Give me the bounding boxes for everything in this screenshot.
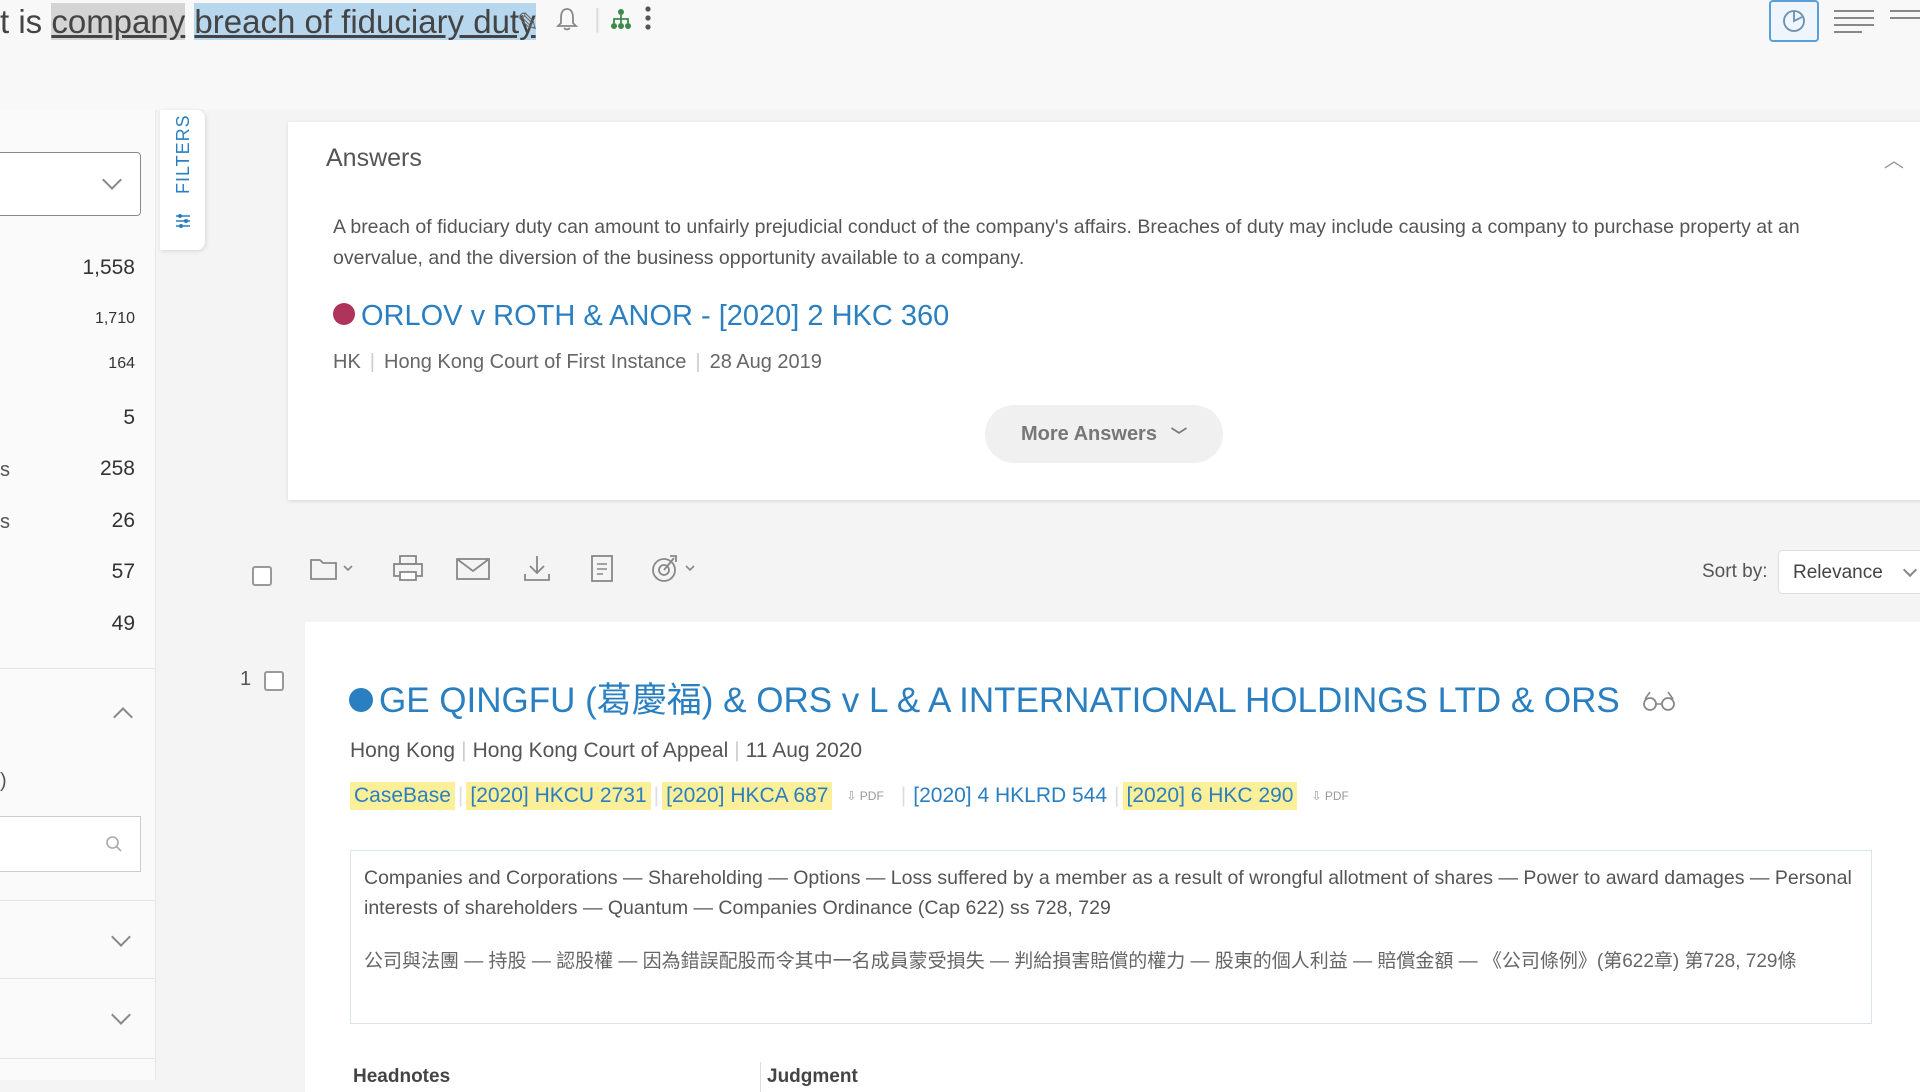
result-checkbox[interactable] — [264, 671, 284, 691]
search-header: t is company breach of fiduciary duty ✎ … — [0, 0, 1920, 110]
facet-label[interactable]: s — [0, 511, 10, 534]
pdf-icon: ⇩ — [1311, 789, 1325, 803]
answer-case-title: ORLOV v ROTH & ANOR - [2020] 2 HKC 360 — [361, 300, 950, 332]
divider — [0, 900, 155, 901]
print-icon[interactable] — [391, 552, 425, 595]
menu-icon[interactable] — [1890, 10, 1920, 24]
result-card: GE QINGFU (葛慶福) & ORS v L & A INTERNATIO… — [305, 622, 1920, 1092]
result-date: 11 Aug 2020 — [745, 739, 863, 762]
catchwords-english: Companies and Corporations — Shareholdin… — [364, 867, 1852, 919]
search-query[interactable]: t is company breach of fiduciary duty — [0, 0, 536, 44]
tab-headnotes[interactable]: Headnotes — [353, 1066, 450, 1088]
filter-dropdown[interactable] — [0, 152, 141, 216]
answers-panel: Answers ︿ A breach of fiduciary duty can… — [288, 122, 1920, 500]
facet-count[interactable]: 1,710 — [95, 310, 135, 328]
result-title: GE QINGFU (葛慶福) & ORS v L & A INTERNATIO… — [379, 681, 1620, 720]
answer-text: A breach of fiduciary duty can amount to… — [333, 216, 1800, 269]
answer-jurisdiction: HK — [333, 351, 361, 373]
chevron-down-icon[interactable] — [111, 1005, 131, 1025]
sort-value: Relevance — [1793, 562, 1883, 583]
filters-tab[interactable]: FILTERS — [160, 110, 205, 250]
tab-judgment[interactable]: Judgment — [767, 1066, 858, 1088]
search-icon — [106, 836, 122, 852]
facet-count[interactable]: 1,558 — [82, 256, 135, 280]
citation-hklrd[interactable]: [2020] 4 HKLRD 544 — [909, 782, 1111, 810]
pdf-link[interactable]: ⇩ PDF — [1311, 789, 1348, 803]
chevron-down-icon[interactable] — [111, 927, 131, 947]
divider — [760, 1062, 761, 1092]
facet-count[interactable]: 49 — [112, 612, 135, 636]
select-all-checkbox[interactable] — [252, 566, 272, 586]
bell-icon[interactable] — [555, 6, 579, 39]
list-view-icon[interactable] — [1834, 10, 1874, 38]
more-answers-label: More Answers — [1021, 422, 1157, 445]
result-citations: CaseBase | [2020] HKCU 2731 | [2020] HKCA … — [350, 782, 1363, 810]
citation-casebase[interactable]: CaseBase — [350, 782, 455, 810]
flag-status-icon — [333, 303, 355, 326]
sort-dropdown[interactable]: Relevance — [1778, 550, 1920, 594]
result-number: 1 — [240, 668, 252, 690]
copy-document-icon[interactable] — [587, 552, 617, 595]
facet-count[interactable]: 26 — [112, 509, 135, 533]
sliders-icon — [176, 214, 190, 228]
answer-court: Hong Kong Court of First Instance — [384, 351, 687, 373]
pdf-link[interactable]: ⇩ PDF — [846, 789, 883, 803]
glasses-preview-icon[interactable] — [1641, 688, 1677, 718]
citation-hkc[interactable]: [2020] 6 HKC 290 — [1122, 782, 1298, 810]
email-icon[interactable] — [454, 552, 492, 595]
chevron-down-icon — [102, 170, 122, 190]
chevron-up-icon[interactable]: ︿ — [1884, 144, 1904, 173]
toolbar-divider: | — [594, 3, 601, 33]
more-vertical-icon[interactable] — [644, 4, 652, 39]
chevron-down-icon — [1902, 562, 1918, 578]
edit-pencil-icon[interactable]: ✎ — [517, 6, 539, 38]
citation-hkcu[interactable]: [2020] HKCU 2731 — [466, 782, 651, 810]
result-title-link[interactable]: GE QINGFU (葛慶福) & ORS v L & A INTERNATIO… — [349, 672, 1677, 723]
answer-date: 28 Aug 2019 — [709, 351, 822, 373]
result-meta: Hong Kong | Hong Kong Court of Appeal | 11 A… — [350, 739, 863, 762]
citation-hkca[interactable]: [2020] HKCA 687 — [662, 782, 833, 810]
pdf-icon: ⇩ — [846, 789, 860, 803]
filter-search-input[interactable] — [0, 816, 141, 872]
result-jurisdiction: Hong Kong — [350, 739, 456, 762]
facet-count[interactable]: 164 — [108, 355, 135, 373]
answer-case-link[interactable]: ORLOV v ROTH & ANOR - [2020] 2 HKC 360 — [333, 300, 949, 333]
case-status-icon — [349, 687, 373, 712]
divider — [0, 1058, 155, 1059]
divider — [0, 978, 155, 979]
divider — [0, 668, 155, 669]
query-term-company[interactable]: company — [51, 3, 186, 40]
target-alert-icon[interactable] — [648, 552, 704, 595]
hierarchy-icon[interactable] — [610, 6, 632, 39]
catchwords-chinese: 公司與法團 — 持股 — 認股權 — 因為錯誤配股而令其中一名成員蒙受損失 — … — [364, 951, 1797, 972]
facet-label: ) — [0, 770, 7, 792]
result-court: Hong Kong Court of Appeal — [472, 739, 729, 762]
facet-count[interactable]: 258 — [100, 457, 135, 481]
clock-chart-icon — [1783, 10, 1805, 32]
catchwords-box: Companies and Corporations — Shareholdin… — [350, 850, 1872, 1024]
filter-sidebar: 1,558 1,710 164 5 s 258 s 26 57 49 ) — [0, 110, 156, 1080]
filters-label: FILTERS — [173, 114, 193, 194]
folder-icon[interactable] — [308, 552, 354, 595]
facet-label[interactable]: s — [0, 459, 10, 482]
answers-title: Answers — [326, 144, 422, 172]
sort-label: Sort by: — [1702, 561, 1768, 582]
query-prefix: t is — [0, 3, 52, 40]
timeline-toggle-button[interactable] — [1769, 0, 1819, 42]
facet-count[interactable]: 5 — [123, 406, 135, 430]
more-answers-button[interactable]: More Answers ﹀ — [985, 405, 1223, 463]
answer-case-meta: HK | Hong Kong Court of First Instance | 28 … — [333, 351, 822, 373]
chevron-down-icon: ﹀ — [1170, 428, 1187, 445]
facet-count[interactable]: 57 — [112, 560, 135, 584]
query-term-breach[interactable]: breach of fiduciary duty — [194, 3, 536, 40]
download-icon[interactable] — [521, 552, 553, 595]
chevron-up-icon[interactable] — [113, 707, 133, 727]
